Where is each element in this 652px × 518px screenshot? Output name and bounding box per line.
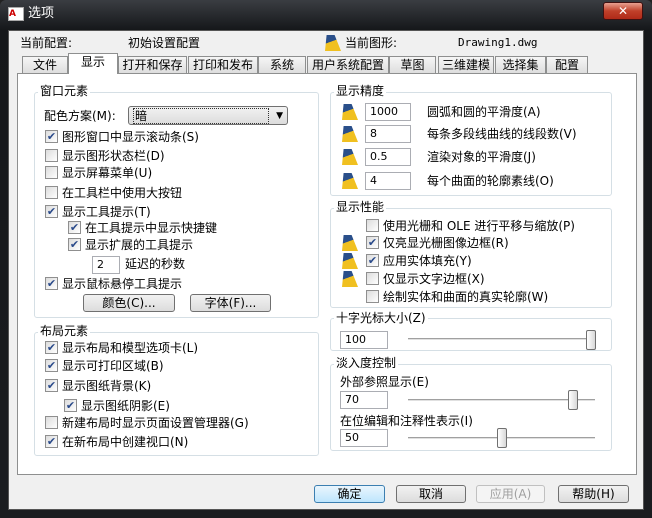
checkbox[interactable]: ✔ (45, 205, 58, 218)
group-title: 显示精度 (334, 84, 387, 98)
fonts-button[interactable]: 字体(F)... (190, 294, 271, 312)
checkbox-label[interactable]: 仅显示文字边框(X) (383, 271, 485, 287)
group-title: 显示性能 (334, 200, 387, 214)
tab-2[interactable]: 打开和保存 (118, 56, 187, 74)
group-title: 淡入度控制 (334, 356, 399, 370)
resolution-input[interactable]: 0.5 (365, 148, 411, 166)
resolution-label: 每个曲面的轮廓素线(O) (427, 174, 554, 188)
checkbox-label[interactable]: 显示鼠标悬停工具提示 (62, 276, 182, 292)
app-icon: A (8, 7, 24, 21)
resolution-label: 圆弧和圆的平滑度(A) (427, 105, 541, 119)
drawing-value: Drawing1.dwg (458, 36, 538, 49)
resolution-label: 渲染对象的平滑度(J) (427, 150, 536, 164)
help-button[interactable]: 帮助(H) (558, 485, 629, 503)
checkbox[interactable]: ✔ (68, 221, 81, 234)
checkbox[interactable]: ✔ (45, 435, 58, 448)
checkbox[interactable]: ✔ (68, 238, 81, 251)
resolution-input[interactable]: 4 (365, 172, 411, 190)
color-scheme-value: 暗 (133, 108, 269, 124)
xref-fade-slider-thumb[interactable] (568, 390, 579, 410)
checkbox[interactable]: ✔ (366, 254, 379, 267)
checkbox-label[interactable]: 仅亮显光栅图像边框(R) (383, 235, 509, 251)
checkbox-label[interactable]: 显示图形状态栏(D) (62, 148, 165, 164)
resolution-label: 每条多段线曲线的线段数(V) (427, 127, 577, 141)
checkbox-label[interactable]: 显示图纸背景(K) (62, 378, 151, 394)
tab-8[interactable]: 选择集 (495, 56, 546, 74)
inplace-fade-slider-thumb[interactable] (497, 428, 507, 448)
checkbox-label[interactable]: 显示扩展的工具提示 (85, 237, 193, 253)
crosshair-slider-track[interactable] (408, 338, 595, 341)
checkbox[interactable]: ✔ (64, 399, 77, 412)
checkbox[interactable] (366, 219, 379, 232)
checkbox[interactable]: ✔ (45, 277, 58, 290)
checkbox-label[interactable]: 显示工具提示(T) (62, 204, 151, 220)
tab-9[interactable]: 配置 (546, 56, 588, 74)
checkbox-label[interactable]: 图形窗口中显示滚动条(S) (62, 129, 199, 145)
group-title: 布局元素 (38, 324, 91, 338)
checkbox-label[interactable]: 显示屏幕菜单(U) (62, 165, 152, 181)
tab-7[interactable]: 三维建模 (438, 56, 494, 74)
group-title: 窗口元素 (38, 84, 91, 98)
checkbox-label[interactable]: 使用光栅和 OLE 进行平移与缩放(P) (383, 218, 575, 234)
tab-1[interactable]: 显示 (68, 53, 118, 74)
cancel-button[interactable]: 取消 (396, 485, 466, 503)
ok-button[interactable]: 确定 (314, 485, 385, 503)
group-title: 十字光标大小(Z) (334, 311, 428, 325)
checkbox-label[interactable]: 绘制实体和曲面的真实轮廓(W) (383, 289, 548, 305)
checkbox-label[interactable]: 显示可打印区域(B) (62, 358, 164, 374)
color-scheme-select[interactable]: 暗 ▼ (128, 106, 288, 125)
checkbox-label[interactable]: 应用实体填充(Y) (383, 253, 472, 269)
window-title: 选项 (28, 6, 55, 21)
checkbox[interactable]: ✔ (366, 236, 379, 249)
tab-5[interactable]: 用户系统配置 (307, 56, 389, 74)
close-button[interactable]: ✕ (603, 2, 643, 20)
checkbox[interactable] (366, 272, 379, 285)
chevron-down-icon: ▼ (276, 111, 283, 121)
checkbox-label[interactable]: 显示图纸阴影(E) (81, 398, 170, 414)
profile-label: 当前配置: (20, 36, 73, 50)
resolution-input[interactable]: 1000 (365, 103, 411, 121)
checkbox-label[interactable]: 在工具栏中使用大按钮 (62, 185, 182, 201)
crosshair-slider-thumb[interactable] (586, 330, 596, 350)
profile-value: 初始设置配置 (128, 36, 201, 50)
color-scheme-label: 配色方案(M): (44, 109, 116, 123)
checkbox[interactable] (45, 166, 58, 179)
checkbox[interactable]: ✔ (45, 130, 58, 143)
checkbox-label[interactable]: 在新布局中创建视口(N) (62, 434, 188, 450)
checkbox[interactable]: ✔ (45, 359, 58, 372)
tab-6[interactable]: 草图 (389, 56, 436, 74)
checkbox[interactable] (45, 186, 58, 199)
checkbox[interactable] (45, 416, 58, 429)
xref-fade-label: 外部参照显示(E) (340, 375, 429, 389)
resolution-input[interactable]: 8 (365, 125, 411, 143)
tooltip-delay-label: 延迟的秒数 (125, 257, 186, 271)
crosshair-size-input[interactable]: 100 (340, 331, 388, 349)
tooltip-delay-input[interactable]: 2 (92, 256, 120, 274)
checkbox[interactable]: ✔ (45, 379, 58, 392)
checkbox-label[interactable]: 显示布局和模型选项卡(L) (62, 340, 198, 356)
xref-fade-slider-track[interactable] (408, 399, 595, 402)
checkbox[interactable] (366, 290, 379, 303)
xref-fade-input[interactable]: 70 (340, 391, 388, 409)
apply-button[interactable]: 应用(A) (476, 485, 545, 503)
tab-3[interactable]: 打印和发布 (188, 56, 258, 74)
drawing-label: 当前图形: (345, 36, 398, 50)
tab-0[interactable]: 文件 (22, 56, 68, 74)
checkbox[interactable]: ✔ (45, 341, 58, 354)
colors-button[interactable]: 颜色(C)... (83, 294, 175, 312)
checkbox-label[interactable]: 在工具提示中显示快捷键 (85, 220, 217, 236)
inplace-fade-input[interactable]: 50 (340, 429, 388, 447)
checkbox-label[interactable]: 新建布局时显示页面设置管理器(G) (62, 415, 249, 431)
inplace-fade-label: 在位编辑和注释性表示(I) (340, 414, 473, 428)
tab-4[interactable]: 系统 (258, 56, 306, 74)
checkbox[interactable] (45, 149, 58, 162)
